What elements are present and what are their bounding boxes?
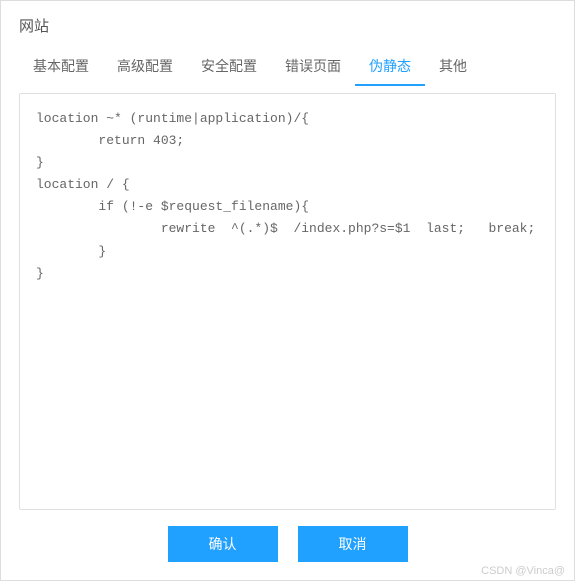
- watermark: CSDN @Vinca@: [481, 565, 565, 577]
- tabs: 基本配置 高级配置 安全配置 错误页面 伪静态 其他: [19, 46, 556, 87]
- tab-rewrite[interactable]: 伪静态: [355, 46, 425, 86]
- tab-security-config[interactable]: 安全配置: [187, 46, 271, 86]
- config-textarea[interactable]: location ~* (runtime|application)/{ retu…: [19, 93, 556, 510]
- confirm-button[interactable]: 确认: [168, 526, 278, 562]
- cancel-button[interactable]: 取消: [298, 526, 408, 562]
- tab-advanced-config[interactable]: 高级配置: [103, 46, 187, 86]
- dialog-content: 基本配置 高级配置 安全配置 错误页面 伪静态 其他 location ~* (…: [1, 46, 574, 510]
- dialog: 网站 基本配置 高级配置 安全配置 错误页面 伪静态 其他 location ~…: [0, 0, 575, 581]
- dialog-header: 网站: [1, 1, 574, 46]
- tab-error-pages[interactable]: 错误页面: [271, 46, 355, 86]
- tab-basic-config[interactable]: 基本配置: [19, 46, 103, 86]
- tab-other[interactable]: 其他: [425, 46, 481, 86]
- dialog-title: 网站: [19, 18, 49, 35]
